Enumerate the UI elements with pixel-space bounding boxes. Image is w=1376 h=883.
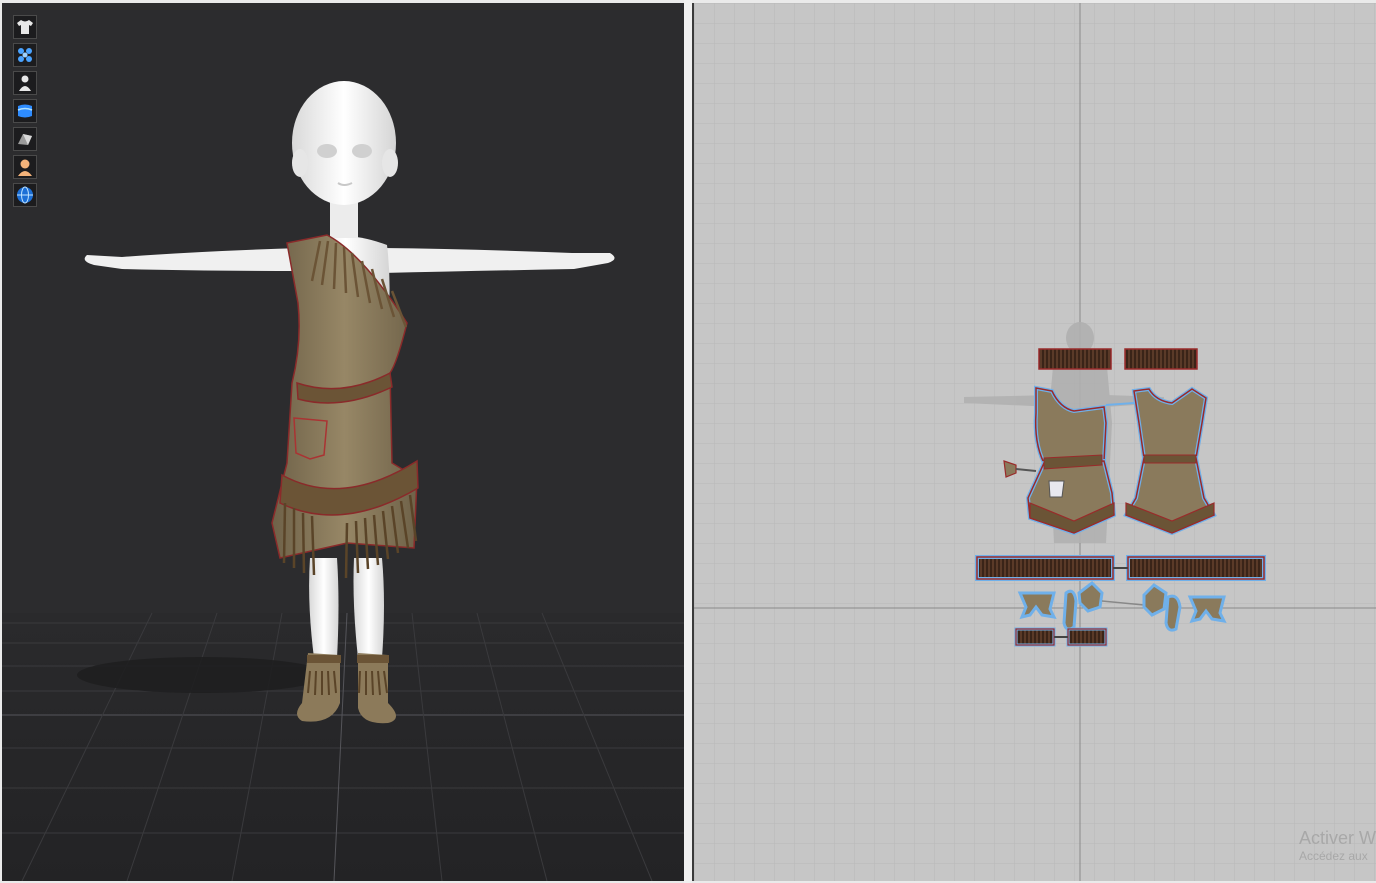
pattern-canvas[interactable] (694, 3, 1376, 881)
avatar-head (292, 81, 398, 205)
dress-garment (271, 234, 419, 579)
texture-icon[interactable] (13, 127, 37, 151)
globe-icon[interactable] (13, 183, 37, 207)
3d-viewport[interactable] (2, 3, 684, 881)
viewport-toolbar (13, 15, 37, 207)
avatar-shadow (77, 657, 327, 693)
shirt-icon[interactable] (13, 15, 37, 39)
skin-avatar-icon[interactable] (13, 155, 37, 179)
watermark-line-2: Accédez aux (1298, 849, 1368, 863)
particle-spheres-icon[interactable] (13, 43, 37, 67)
activation-watermark: Activer W Accédez aux (1299, 828, 1376, 863)
avatar-icon[interactable] (13, 71, 37, 95)
3d-scene[interactable] (2, 3, 684, 881)
watermark-line-1: Activer W (1298, 828, 1376, 848)
floor-grid (2, 612, 684, 881)
fabric-icon[interactable] (13, 99, 37, 123)
2d-pattern-viewport[interactable]: Activer W Accédez aux (692, 3, 1376, 881)
viewport-divider[interactable] (684, 0, 692, 883)
